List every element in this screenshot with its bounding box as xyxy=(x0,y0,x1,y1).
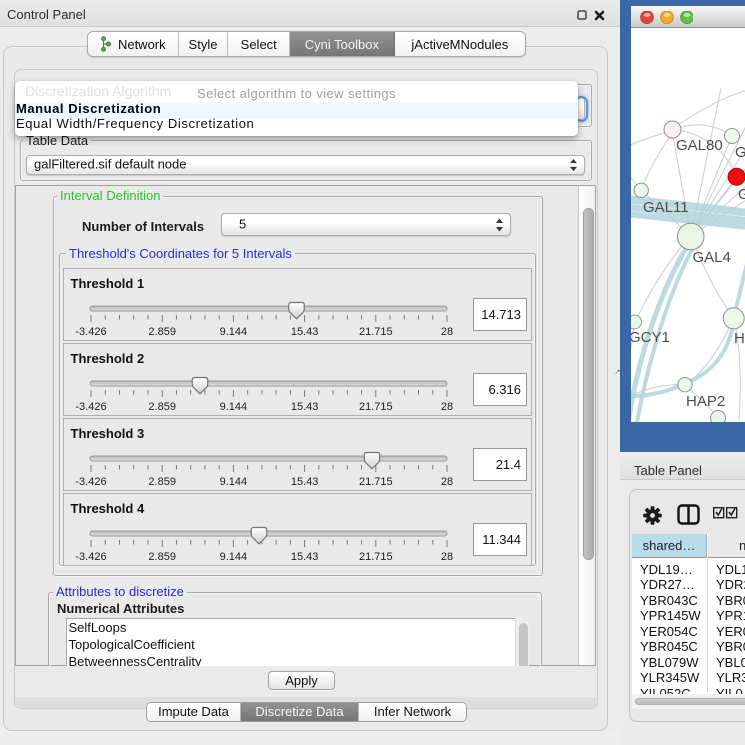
svg-text:G: G xyxy=(738,186,745,203)
svg-text:21.715: 21.715 xyxy=(359,551,393,563)
svg-text:9.144: 9.144 xyxy=(220,326,248,338)
svg-text:9.144: 9.144 xyxy=(220,551,248,563)
svg-text:HAP2: HAP2 xyxy=(686,393,725,410)
svg-text:GAL80: GAL80 xyxy=(676,137,723,154)
svg-text:GAL11: GAL11 xyxy=(643,199,689,216)
svg-text:15.43: 15.43 xyxy=(291,476,319,488)
svg-text:15.43: 15.43 xyxy=(291,326,319,338)
svg-text:2.859: 2.859 xyxy=(148,401,176,413)
svg-text:2.859: 2.859 xyxy=(148,551,176,563)
svg-text:-3.426: -3.426 xyxy=(75,326,106,338)
svg-text:2.859: 2.859 xyxy=(148,476,176,488)
svg-text:-3.426: -3.426 xyxy=(75,551,106,563)
svg-text:GA: GA xyxy=(735,144,745,161)
svg-text:21.715: 21.715 xyxy=(359,326,393,338)
svg-text:15.43: 15.43 xyxy=(291,551,319,563)
svg-text:GCY1: GCY1 xyxy=(631,329,670,346)
svg-text:28: 28 xyxy=(441,476,453,488)
svg-text:9.144: 9.144 xyxy=(220,401,248,413)
svg-text:2.859: 2.859 xyxy=(148,326,176,338)
svg-text:9.144: 9.144 xyxy=(220,476,248,488)
svg-text:21.715: 21.715 xyxy=(359,401,393,413)
svg-text:GAL4: GAL4 xyxy=(693,249,731,266)
svg-text:28: 28 xyxy=(441,326,453,338)
svg-text:28: 28 xyxy=(441,551,453,563)
svg-text:-3.426: -3.426 xyxy=(75,476,106,488)
svg-text:21.715: 21.715 xyxy=(359,476,393,488)
svg-text:H: H xyxy=(734,330,745,347)
svg-text:28: 28 xyxy=(441,401,453,413)
svg-text:15.43: 15.43 xyxy=(291,401,319,413)
svg-text:-3.426: -3.426 xyxy=(75,401,106,413)
